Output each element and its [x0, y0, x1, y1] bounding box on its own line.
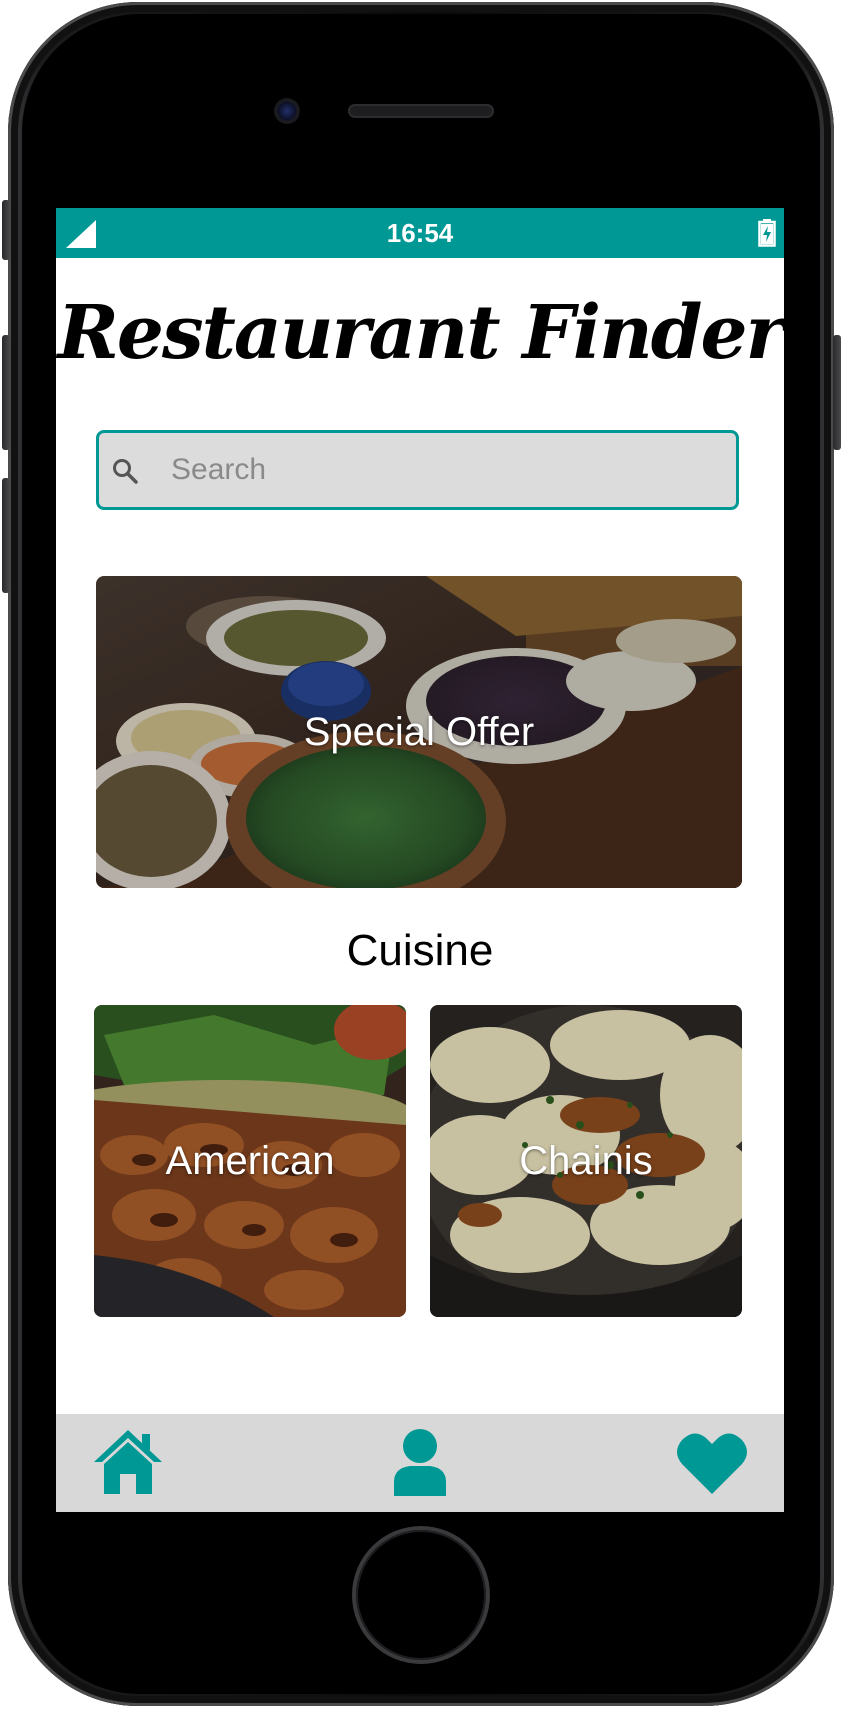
- page-title: Restaurant Finder: [57, 290, 784, 376]
- cuisine-card-american[interactable]: American: [94, 1005, 406, 1317]
- nav-profile-button[interactable]: [382, 1426, 458, 1498]
- cuisine-section-title: Cuisine: [346, 926, 494, 975]
- volume-up-button: [2, 335, 10, 450]
- cuisine-label-chainis: Chainis: [519, 1138, 653, 1183]
- status-bar: 16:54: [56, 208, 784, 258]
- search-icon: [113, 459, 138, 484]
- home-hardware-button[interactable]: [356, 1530, 486, 1660]
- cuisine-card-chainis[interactable]: Chainis: [430, 1005, 742, 1317]
- app-screen: 16:54 Restaurant Finder Search Special O…: [56, 208, 784, 1512]
- bottom-nav: [56, 1414, 784, 1512]
- battery-charging-icon: [758, 219, 776, 247]
- search-bar[interactable]: [96, 430, 739, 510]
- special-offer-label: Special Offer: [303, 709, 535, 754]
- home-icon: [94, 1430, 162, 1494]
- special-offer-card[interactable]: Special Offer: [96, 576, 742, 888]
- nav-favorites-button[interactable]: [674, 1426, 750, 1498]
- front-camera: [274, 98, 300, 124]
- power-button: [833, 335, 841, 450]
- mute-switch: [2, 200, 10, 260]
- heart-icon: [677, 1433, 747, 1494]
- nav-home-button[interactable]: [90, 1426, 166, 1498]
- earpiece-speaker: [348, 104, 494, 118]
- cuisine-label-american: American: [165, 1138, 335, 1183]
- status-time: 16:54: [386, 218, 454, 248]
- search-input[interactable]: [171, 433, 711, 507]
- user-icon: [394, 1429, 446, 1496]
- volume-down-button: [2, 478, 10, 593]
